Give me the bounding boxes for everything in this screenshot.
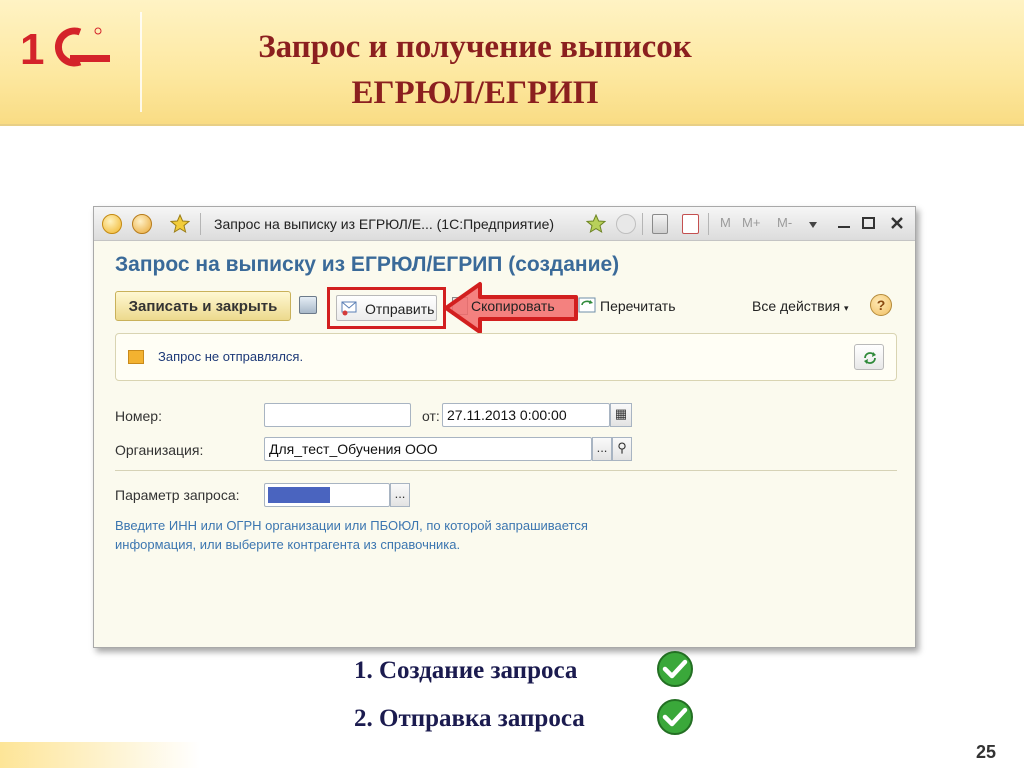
- section-divider: [115, 470, 897, 471]
- window-title: Запрос на выписку из ЕГРЮЛ/Е... (1С:Пред…: [214, 216, 555, 232]
- organization-label: Организация:: [115, 442, 204, 458]
- status-refresh-button[interactable]: [854, 344, 884, 370]
- window-titlebar: Запрос на выписку из ЕГРЮЛ/Е... (1С:Пред…: [94, 207, 915, 241]
- titlebar-separator: [642, 213, 643, 235]
- help-button[interactable]: ?: [870, 294, 892, 316]
- memory-plus-button[interactable]: M+: [742, 215, 760, 230]
- 1c-logo: 1: [20, 25, 110, 72]
- checkmark-icon: [657, 699, 693, 735]
- minimize-icon[interactable]: [838, 226, 850, 228]
- maximize-icon[interactable]: [862, 217, 875, 229]
- chevron-down-icon: ▾: [843, 303, 849, 313]
- note-create-request: 1. Создание запроса: [354, 657, 578, 684]
- calculator-icon[interactable]: [652, 214, 668, 234]
- save-and-close-button[interactable]: Записать и закрыть: [115, 291, 291, 321]
- chevron-down-icon[interactable]: [808, 221, 818, 229]
- slide-title-line1: Запрос и получение выписок: [258, 29, 692, 65]
- titlebar-separator: [200, 213, 201, 235]
- info-icon[interactable]: [616, 214, 636, 234]
- status-warning-icon: [128, 350, 144, 364]
- slide-title: Запрос и получение выписок ЕГРЮЛ/ЕГРИП: [150, 24, 800, 116]
- organization-field[interactable]: Для_тест_Обучения ООО: [264, 437, 592, 461]
- request-parameter-label: Параметр запроса:: [115, 487, 240, 503]
- header-band: 1 Запрос и получение выписок ЕГРЮЛ/ЕГРИП: [0, 0, 1024, 124]
- envelope-send-icon: [341, 301, 357, 316]
- header-divider: [0, 124, 1024, 126]
- number-label: Номер:: [115, 408, 162, 424]
- save-disk-icon[interactable]: [299, 296, 317, 314]
- number-field[interactable]: [264, 403, 411, 427]
- search-icon[interactable]: ⚲: [612, 437, 632, 461]
- date-field[interactable]: 27.11.2013 0:00:00: [442, 403, 610, 427]
- app-window: Запрос на выписку из ЕГРЮЛ/Е... (1С:Пред…: [93, 206, 916, 648]
- logo-divider: [140, 12, 142, 112]
- calendar-picker-icon[interactable]: ▦: [610, 403, 632, 427]
- svg-text:1: 1: [20, 25, 44, 72]
- memory-minus-button[interactable]: M-: [777, 215, 792, 230]
- page-number: 25: [976, 742, 997, 762]
- form-title: Запрос на выписку из ЕГРЮЛ/ЕГРИП (создан…: [115, 253, 620, 276]
- copy-button[interactable]: Скопировать: [471, 298, 555, 314]
- slide: 1 Запрос и получение выписок ЕГРЮЛ/ЕГРИП…: [0, 0, 1024, 768]
- memory-m-button[interactable]: M: [720, 215, 731, 230]
- status-panel: Запрос не отправлялся.: [115, 333, 897, 381]
- select-dots-button[interactable]: ...: [390, 483, 410, 507]
- all-actions-menu[interactable]: Все действия ▾: [752, 298, 848, 314]
- note-send-request: 2. Отправка запроса: [354, 705, 585, 732]
- selected-text-highlight: [268, 487, 330, 503]
- status-text: Запрос не отправлялся.: [158, 349, 304, 364]
- footer-glow: [0, 742, 200, 768]
- 1c-app-icon[interactable]: [102, 214, 122, 234]
- favorite-star-icon[interactable]: [586, 214, 606, 234]
- refresh-icon: [864, 352, 876, 364]
- menu-dropdown-icon[interactable]: [132, 214, 152, 234]
- select-dots-button[interactable]: ...: [592, 437, 612, 461]
- reread-icon: [578, 297, 596, 313]
- date-label: от:: [422, 408, 440, 424]
- star-icon[interactable]: [170, 214, 190, 234]
- request-parameter-field[interactable]: [264, 483, 390, 507]
- close-icon[interactable]: [890, 216, 904, 230]
- all-actions-label: Все действия: [752, 298, 841, 314]
- send-button-highlight: Отправить: [327, 287, 446, 329]
- reread-button[interactable]: Перечитать: [600, 298, 676, 314]
- send-button[interactable]: Отправить: [336, 295, 437, 321]
- checkmark-icon: [657, 651, 693, 687]
- calendar-icon[interactable]: [682, 214, 699, 234]
- send-button-label: Отправить: [365, 301, 435, 317]
- hint-text: Введите ИНН или ОГРН организации или ПБО…: [115, 518, 588, 552]
- titlebar-separator: [708, 213, 709, 235]
- slide-title-line2: ЕГРЮЛ/ЕГРИП: [351, 75, 599, 111]
